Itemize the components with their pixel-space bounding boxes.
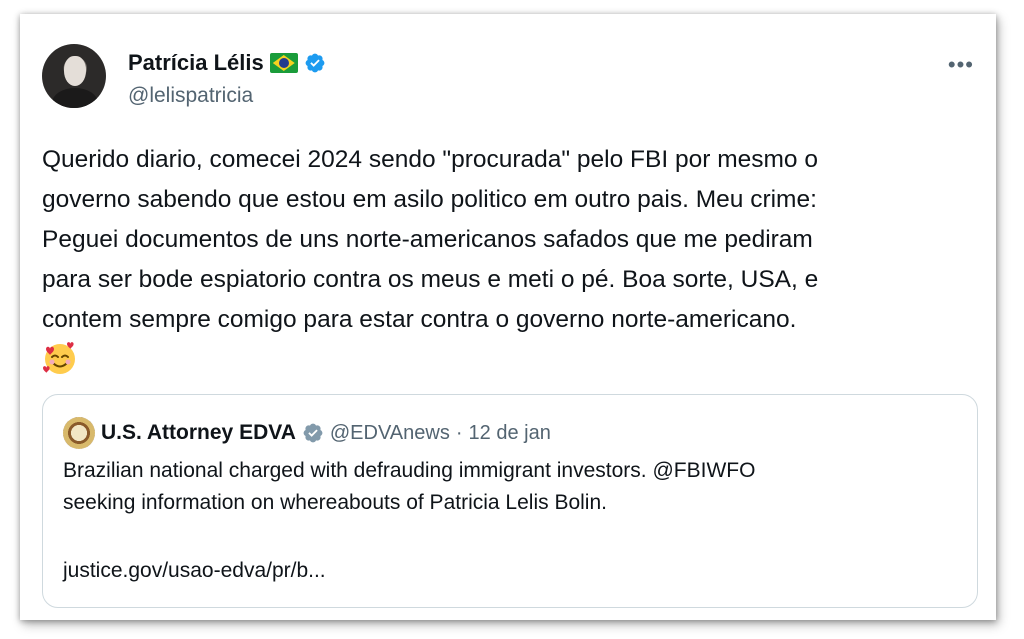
tweet-text-line: governo sabendo que estou em asilo polit…: [42, 186, 817, 213]
quoted-tweet-link[interactable]: justice.gov/usao-edva/pr/b...: [63, 555, 326, 587]
author-name-row: Patrícia Lélis: [128, 50, 326, 76]
tweet-text-line: contem sempre comigo para estar contra o…: [42, 306, 797, 333]
doj-seal-avatar[interactable]: [63, 417, 95, 449]
quoted-author-name[interactable]: U.S. Attorney EDVA: [101, 421, 296, 445]
quoted-text-line: Brazilian national charged with defraudi…: [63, 459, 756, 482]
quoted-tweet-header: U.S. Attorney EDVA @EDVAnews · 12 de jan: [63, 417, 551, 449]
brazil-flag-icon: [269, 53, 298, 73]
quoted-author-handle[interactable]: @EDVAnews: [330, 422, 450, 445]
tweet-text-line: Peguei documentos de uns norte-americano…: [42, 226, 813, 253]
avatar-shoulder: [52, 88, 98, 108]
separator-dot: ·: [455, 421, 463, 444]
government-verified-badge-icon: [303, 423, 323, 443]
smiling-face-with-hearts-icon: [43, 342, 75, 374]
author-handle[interactable]: @lelispatricia: [128, 84, 253, 108]
avatar-face: [64, 56, 86, 86]
author-avatar[interactable]: [42, 44, 106, 108]
more-options-icon[interactable]: •••: [948, 52, 974, 78]
quoted-tweet-date[interactable]: 12 de jan: [469, 422, 551, 445]
tweet-text: Querido diario, comecei 2024 sendo "proc…: [42, 140, 972, 340]
quoted-text-line: seeking information on whereabouts of Pa…: [63, 491, 607, 514]
tweet-text-line: para ser bode espiatorio contra os meus …: [42, 266, 819, 293]
author-name[interactable]: Patrícia Lélis: [128, 50, 264, 76]
quoted-tweet-text: Brazilian national charged with defraudi…: [63, 455, 943, 519]
verified-badge-icon: [305, 53, 325, 73]
quoted-tweet[interactable]: U.S. Attorney EDVA @EDVAnews · 12 de jan…: [42, 394, 978, 608]
tweet-card: Patrícia Lélis @lelispatricia ••• Querid…: [20, 14, 996, 620]
tweet-text-line: Querido diario, comecei 2024 sendo "proc…: [42, 146, 818, 173]
